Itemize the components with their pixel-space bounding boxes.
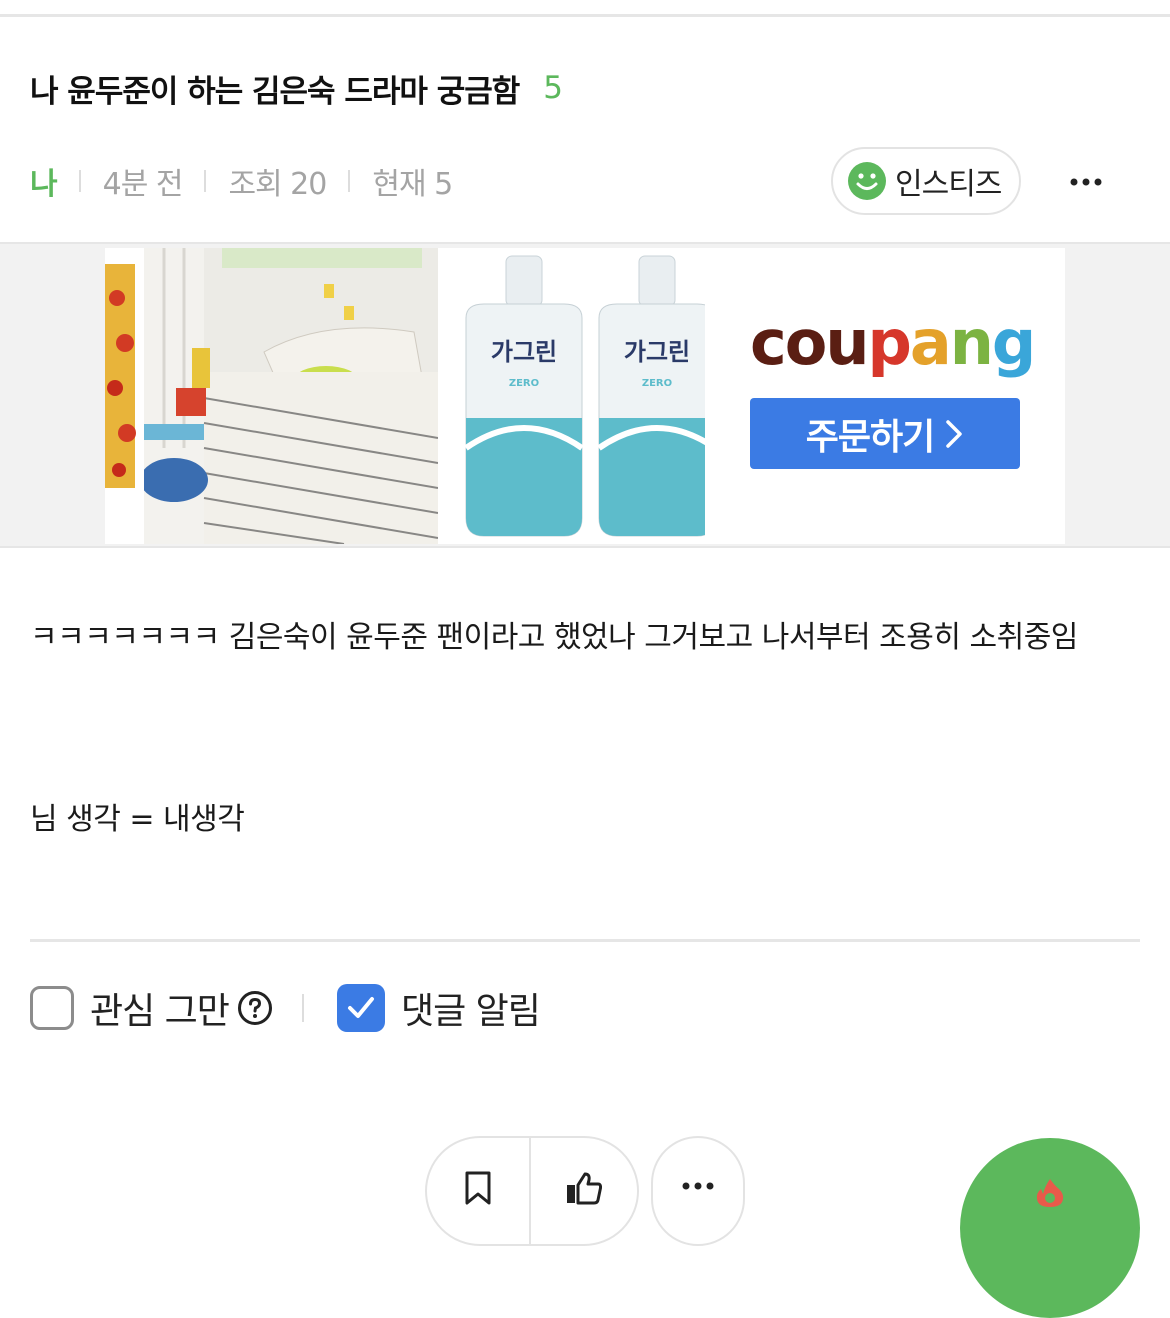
share-more-button[interactable] [651,1136,745,1246]
order-button-label: 주문하기 [805,416,935,458]
top-divider [0,14,1170,17]
ad-product-image-partial[interactable] [105,248,138,544]
flame-icon [1036,1179,1064,1207]
view-count: 조회 20 [228,167,327,202]
comment-count[interactable]: 5 [543,70,563,106]
action-pill [425,1136,639,1246]
bookmark-icon [465,1171,491,1205]
post-title-row: 나 윤두준이 하는 김은숙 드라마 궁금함 5 [30,64,563,112]
coupang-logo-letter: o [784,306,828,379]
help-icon[interactable] [237,990,273,1026]
content-divider [30,939,1140,942]
post-meta: 나 4분 전 조회 20 현재 5 [30,158,453,204]
post-body-line: ㅋㅋㅋㅋㅋㅋㅋ 김은숙이 윤두준 팬이라고 했었나 그거보고 나서부터 조용히 … [30,620,1078,655]
bookmark-button[interactable] [427,1138,529,1238]
ad-bedding-image[interactable] [144,248,438,544]
check-icon [348,997,374,1018]
coupang-logo-letter: a [909,306,952,379]
board-button[interactable]: 인스티즈 [831,147,1021,215]
coupang-logo-letter: p [867,306,912,379]
more-options-button[interactable] [1062,162,1110,202]
coupang-logo[interactable]: coupang [750,306,1036,386]
coupang-logo-letter: n [949,306,994,379]
more-dots-icon [682,1182,714,1190]
board-button-label: 인스티즈 [895,167,1002,202]
comment-notify-checkbox[interactable] [337,984,385,1032]
current-viewers: 현재 5 [372,167,453,202]
thumbs-up-icon [567,1172,603,1205]
coupang-logo-letter: c [750,306,787,379]
comment-notify-option[interactable]: 댓글 알림 [337,982,541,1034]
svg-text:가그린: 가그린 [491,338,557,366]
meta-separator [78,170,81,192]
order-button[interactable]: 주문하기 [750,398,1020,469]
meta-separator [348,170,351,192]
unfollow-option[interactable]: 관심 그만 [30,982,273,1034]
author-name[interactable]: 나 [30,159,58,203]
ad-mouthwash-image[interactable]: 가그린 ZERO 가그린 ZERO [444,248,705,544]
svg-text:ZERO: ZERO [642,378,672,389]
coupang-logo-letter: u [825,306,869,379]
meta-separator [204,170,207,192]
smiley-icon [847,161,887,201]
more-dots-icon [1070,178,1102,186]
svg-text:ZERO: ZERO [509,378,539,389]
chevron-right-icon [946,419,962,448]
post-time: 4분 전 [102,167,184,202]
option-separator [302,994,304,1022]
post-title: 나 윤두준이 하는 김은숙 드라마 궁금함 [30,73,520,110]
like-button[interactable] [531,1138,637,1238]
post-body-line: 님 생각 = 내생각 [30,802,245,837]
hot-fab-button[interactable] [960,1138,1140,1318]
comment-notify-label: 댓글 알림 [401,991,541,1032]
coupang-ad[interactable]: 가그린 ZERO 가그린 ZERO coupang 주문하기 [105,248,1065,544]
unfollow-checkbox[interactable] [30,986,74,1030]
unfollow-label: 관심 그만 [90,991,230,1032]
coupang-logo-letter: g [991,306,1036,379]
svg-text:가그린: 가그린 [624,338,690,366]
